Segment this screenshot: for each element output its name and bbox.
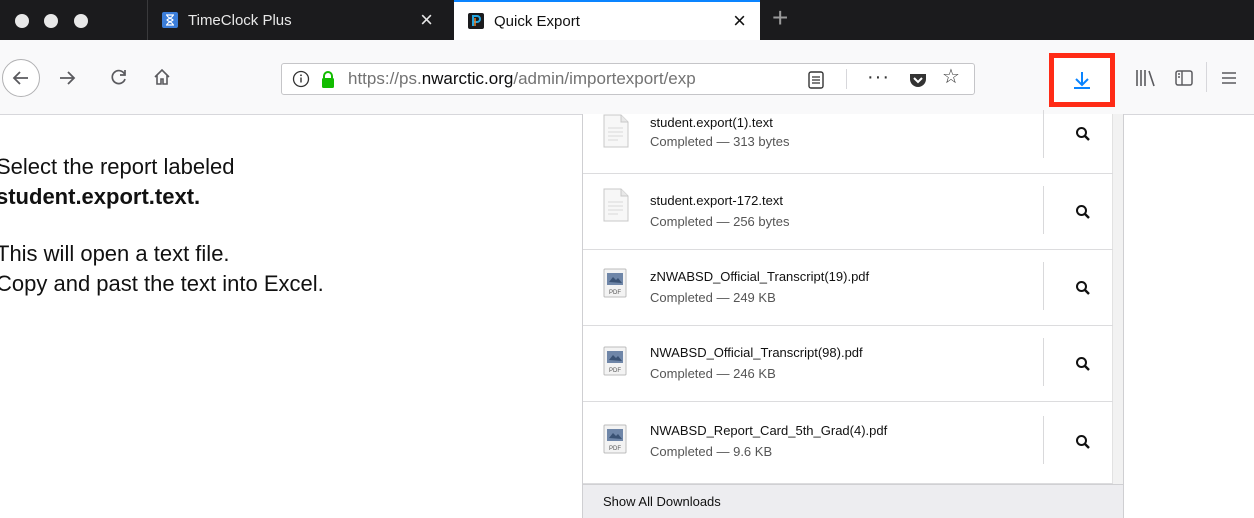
download-filename: student.export(1).text: [650, 115, 773, 130]
instruction-line: Select the report labeled: [0, 154, 235, 179]
download-item[interactable]: PDF NWABSD_Report_Card_5th_Grad(4).pdf C…: [583, 402, 1113, 484]
info-icon[interactable]: [292, 70, 310, 88]
instructions: Select the report labeled student.export…: [0, 152, 324, 299]
downloads-panel: student.export(1).text Completed — 313 b…: [582, 110, 1124, 518]
hamburger-menu-icon[interactable]: [1219, 68, 1239, 93]
item-divider: [1043, 186, 1044, 234]
show-in-folder-magnifier-icon[interactable]: [1063, 344, 1103, 384]
instruction-line: This will open a text file.: [0, 241, 230, 267]
arrow-left-icon: [12, 71, 28, 85]
new-tab-icon[interactable]: +: [772, 4, 788, 32]
tab-bar: TimeClock Plus × Quick Export × +: [0, 0, 1254, 40]
page-actions-icon[interactable]: ···: [867, 66, 890, 89]
download-filename: student.export-172.text: [650, 193, 783, 208]
home-button[interactable]: [147, 62, 177, 92]
pdf-file-icon: PDF: [603, 346, 627, 381]
item-divider: [1043, 262, 1044, 310]
show-in-folder-magnifier-icon[interactable]: [1063, 114, 1103, 154]
bookmark-star-icon[interactable]: ☆: [942, 67, 960, 87]
downloads-button[interactable]: [1049, 53, 1115, 107]
download-filename: NWABSD_Official_Transcript(98).pdf: [650, 345, 863, 360]
back-button[interactable]: [2, 59, 40, 97]
reader-view-icon[interactable]: [807, 70, 825, 95]
show-all-downloads-label: Show All Downloads: [603, 494, 721, 509]
download-status: Completed — 249 KB: [650, 290, 776, 305]
item-divider: [1043, 416, 1044, 464]
hourglass-icon: [162, 12, 178, 28]
show-in-folder-magnifier-icon[interactable]: [1063, 268, 1103, 308]
powerschool-icon: [468, 13, 484, 29]
library-icon[interactable]: [1134, 68, 1158, 93]
tab-timeclock-plus[interactable]: TimeClock Plus ×: [147, 0, 447, 40]
show-in-folder-magnifier-icon[interactable]: [1063, 192, 1103, 232]
text-file-icon: [603, 188, 629, 227]
download-item[interactable]: PDF zNWABSD_Official_Transcript(19).pdf …: [583, 250, 1113, 326]
svg-text:PDF: PDF: [609, 446, 621, 452]
download-status: Completed — 313 bytes: [650, 134, 790, 149]
download-status: Completed — 9.6 KB: [650, 444, 773, 459]
download-filename: zNWABSD_Official_Transcript(19).pdf: [650, 269, 870, 284]
sidebar-icon[interactable]: [1174, 68, 1194, 93]
item-divider: [1043, 110, 1044, 158]
url-text[interactable]: https://ps.nwarctic.org/admin/importexpo…: [348, 69, 788, 89]
toolbar-divider: [1206, 62, 1207, 92]
show-in-folder-magnifier-icon[interactable]: [1063, 422, 1103, 462]
download-status: Completed — 256 bytes: [650, 214, 790, 229]
tab-title: TimeClock Plus: [188, 11, 292, 29]
download-filename: NWABSD_Report_Card_5th_Grad(4).pdf: [650, 423, 888, 438]
home-icon: [154, 68, 170, 85]
pocket-icon[interactable]: [908, 70, 928, 95]
download-arrow-icon: [1074, 72, 1090, 89]
forward-button[interactable]: [52, 60, 82, 96]
tab-title: Quick Export: [494, 12, 580, 30]
svg-text:PDF: PDF: [609, 368, 621, 374]
close-tab-icon[interactable]: ×: [733, 10, 746, 32]
url-bar[interactable]: https://ps.nwarctic.org/admin/importexpo…: [281, 63, 975, 95]
close-tab-icon[interactable]: ×: [420, 9, 433, 31]
close-window-button[interactable]: [15, 14, 29, 28]
download-status: Completed — 246 KB: [650, 366, 776, 381]
reload-button[interactable]: [104, 62, 134, 92]
reload-icon: [111, 69, 126, 85]
instruction-line: Copy and past the text into Excel.: [0, 271, 324, 297]
lock-icon: [319, 70, 337, 95]
minimize-window-button[interactable]: [44, 14, 58, 28]
download-item[interactable]: PDF NWABSD_Official_Transcript(98).pdf C…: [583, 326, 1113, 402]
pdf-file-icon: PDF: [603, 424, 627, 459]
arrow-right-icon: [60, 71, 76, 85]
instruction-filename: student.export.text.: [0, 183, 201, 209]
svg-text:PDF: PDF: [609, 290, 621, 296]
show-all-downloads-button[interactable]: Show All Downloads: [583, 484, 1123, 518]
pdf-file-icon: PDF: [603, 268, 627, 303]
maximize-window-button[interactable]: [74, 14, 88, 28]
item-divider: [1043, 338, 1044, 386]
download-item[interactable]: student.export(1).text Completed — 313 b…: [583, 104, 1113, 174]
download-item[interactable]: student.export-172.text Completed — 256 …: [583, 174, 1113, 250]
url-divider: [846, 69, 847, 89]
text-file-icon: [603, 114, 629, 153]
tab-quick-export[interactable]: Quick Export ×: [454, 0, 760, 40]
